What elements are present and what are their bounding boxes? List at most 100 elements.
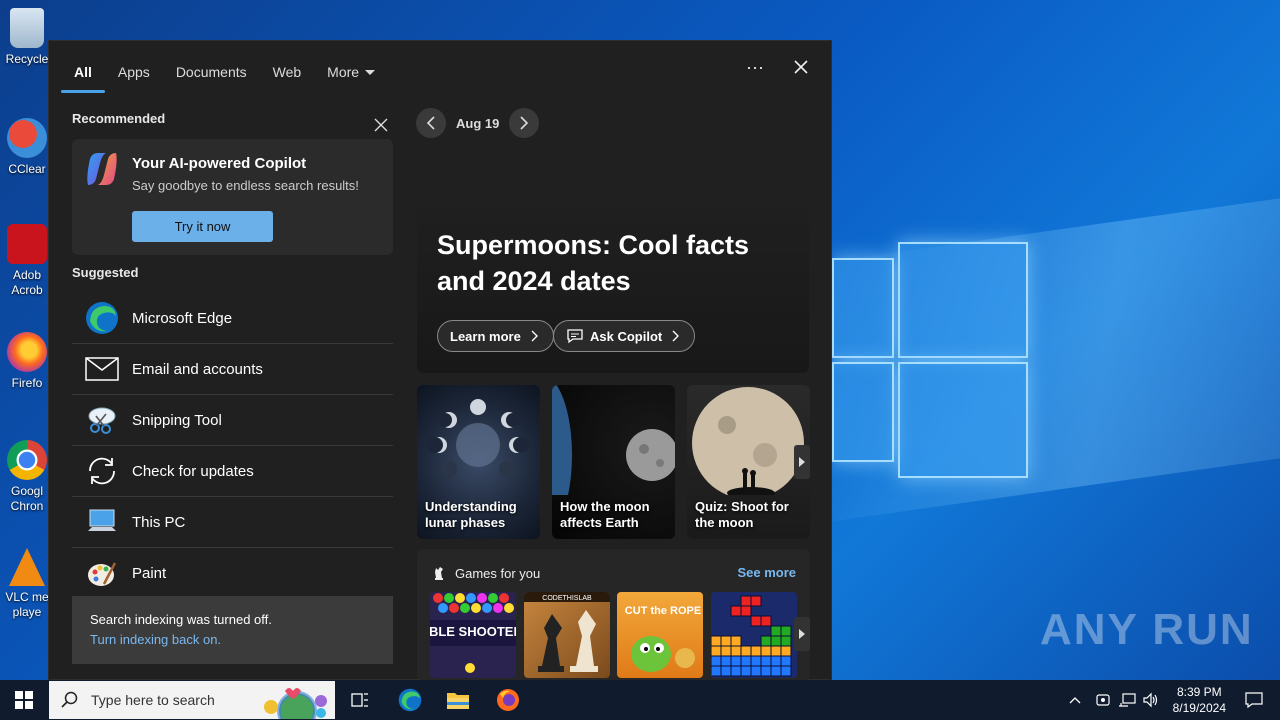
search-panel: All Apps Documents Web More ··· Recommen… [48, 40, 832, 681]
svg-text:BUBBLE SHOOTER HD: BUBBLE SHOOTER HD [430, 624, 516, 639]
card-lunar-phases[interactable]: Understanding lunar phases [417, 385, 540, 539]
next-date-button[interactable] [509, 108, 540, 138]
chevron-right-icon [531, 330, 538, 342]
tab-apps[interactable]: Apps [105, 53, 163, 91]
suggested-heading: Suggested [72, 265, 139, 280]
card-quiz-moon[interactable]: Quiz: Shoot for the moon [687, 385, 810, 539]
see-more-link[interactable]: See more [737, 565, 796, 580]
chevron-left-icon [426, 116, 435, 130]
caret-right-icon [799, 629, 805, 639]
learn-more-button[interactable]: Learn more [437, 320, 554, 352]
taskbar-file-explorer-button[interactable] [442, 684, 474, 716]
mail-icon [72, 357, 132, 381]
taskbar-firefox-button[interactable] [492, 684, 524, 716]
svg-text:CODETHISLAB: CODETHISLAB [542, 595, 592, 602]
suggested-item-check-for-updates[interactable]: Check for updates [72, 446, 393, 497]
news-cards: Understanding lunar phases How the moon … [417, 385, 810, 539]
game-chess[interactable]: CODETHISLAB [524, 592, 610, 678]
firefox-icon [7, 332, 47, 372]
cards-next-button[interactable] [794, 445, 810, 479]
card-moon-affects-earth[interactable]: How the moon affects Earth [552, 385, 675, 539]
try-it-now-button[interactable]: Try it now [132, 211, 273, 242]
suggested-list: Microsoft Edge Email and accounts Snippi… [72, 293, 393, 599]
game-block-puzzle[interactable] [711, 592, 797, 678]
search-tabs: All Apps Documents Web More [61, 53, 388, 93]
desktop-icon-firefox[interactable]: Firefo [4, 332, 50, 391]
search-placeholder: Type here to search [91, 692, 215, 708]
windows-icon [15, 691, 33, 709]
chat-icon [567, 329, 583, 344]
desktop-icon-chrome[interactable]: Googl Chron [4, 440, 50, 514]
right-column: Aug 19 Supermoons: Cool facts and 2024 d… [416, 107, 810, 681]
left-column: Recommended Your AI-powered Copilot Say … [72, 111, 393, 586]
search-highlight-icon [264, 688, 327, 719]
date-navigator: Aug 19 [416, 107, 810, 139]
volume-icon[interactable] [1139, 688, 1163, 712]
chevron-up-icon [1069, 697, 1081, 704]
network-icon[interactable] [1115, 688, 1139, 712]
desktop-icon-vlc[interactable]: VLC me playe [4, 548, 50, 620]
taskbar: Type here to search 8:39 PM 8/19/2024 [0, 680, 1280, 720]
wallpaper-windows-logo [832, 240, 1032, 480]
folder-icon [447, 693, 469, 709]
anyrun-watermark: ANY RUN [1040, 605, 1254, 654]
taskbar-search-box[interactable]: Type here to search [49, 681, 335, 719]
indexing-message: Search indexing was turned off. [90, 612, 272, 627]
tab-more[interactable]: More [314, 53, 388, 91]
show-hidden-icons-button[interactable] [1063, 688, 1087, 712]
block-puzzle-thumbnail [711, 595, 792, 677]
hero-title: Supermoons: Cool facts and 2024 dates [437, 230, 750, 296]
clock-date: 8/19/2024 [1172, 701, 1226, 715]
ask-copilot-button[interactable]: Ask Copilot [553, 320, 696, 352]
turn-indexing-on-link[interactable]: Turn indexing back on. [90, 632, 375, 647]
games-heading: Games for you [431, 565, 540, 581]
previous-date-button[interactable] [416, 108, 446, 138]
hero-card[interactable]: Supermoons: Cool facts and 2024 dates Le… [417, 193, 809, 373]
tab-documents[interactable]: Documents [163, 53, 260, 91]
start-button[interactable] [0, 680, 48, 720]
ccleaner-icon [7, 118, 47, 158]
meet-now-icon[interactable] [1091, 688, 1115, 712]
copilot-icon [87, 153, 117, 185]
caret-down-icon [365, 70, 376, 75]
sync-icon [72, 455, 132, 487]
earth-moon-image [552, 385, 675, 531]
edge-icon [398, 688, 422, 712]
games-next-button[interactable] [794, 617, 810, 651]
suggested-item-this-pc[interactable]: This PC [72, 497, 393, 548]
suggested-item-email-accounts[interactable]: Email and accounts [72, 344, 393, 395]
desktop-icon-ccleaner[interactable]: CClear [4, 118, 50, 177]
suggested-item-paint[interactable]: Paint [72, 548, 393, 599]
vlc-icon [9, 548, 45, 586]
tab-all[interactable]: All [61, 53, 105, 93]
recommended-heading: Recommended [72, 111, 166, 126]
taskbar-edge-button[interactable] [394, 684, 426, 716]
firefox-icon [497, 689, 519, 711]
tab-web[interactable]: Web [260, 53, 315, 91]
desktop-icon-recycle-bin[interactable]: Recycle [4, 8, 50, 67]
chevron-right-icon [672, 330, 680, 342]
edge-icon [72, 301, 132, 335]
system-tray: 8:39 PM 8/19/2024 [1063, 680, 1280, 720]
computer-icon [72, 507, 132, 537]
desktop-icon-acrobat[interactable]: Adob Acrob [4, 224, 50, 298]
suggested-item-microsoft-edge[interactable]: Microsoft Edge [72, 293, 393, 344]
clock-time: 8:39 PM [1176, 685, 1222, 699]
close-icon[interactable] [789, 55, 813, 79]
more-options-icon[interactable]: ··· [743, 55, 767, 79]
task-view-button[interactable] [344, 684, 376, 716]
suggested-item-snipping-tool[interactable]: Snipping Tool [72, 395, 393, 446]
game-cut-the-rope[interactable]: CUT the ROPE [617, 592, 703, 678]
svg-text:CUT the ROPE: CUT the ROPE [625, 605, 701, 617]
close-recommended-icon[interactable] [369, 113, 393, 137]
current-date-label: Aug 19 [456, 115, 500, 131]
bubble-shooter-thumbnail: BUBBLE SHOOTER HD [430, 593, 516, 673]
search-icon [61, 691, 78, 708]
taskbar-clock[interactable]: 8:39 PM 8/19/2024 [1173, 684, 1226, 716]
full-moon-image [692, 387, 804, 499]
game-bubble-shooter[interactable]: BUBBLE SHOOTER HD [430, 592, 516, 678]
notification-center-icon[interactable] [1242, 688, 1266, 712]
indexing-notice: Search indexing was turned off. Turn ind… [72, 596, 393, 664]
games-section: Games for you See more BUBBLE SHOOTER HD [417, 549, 810, 681]
task-view-icon [351, 693, 368, 707]
